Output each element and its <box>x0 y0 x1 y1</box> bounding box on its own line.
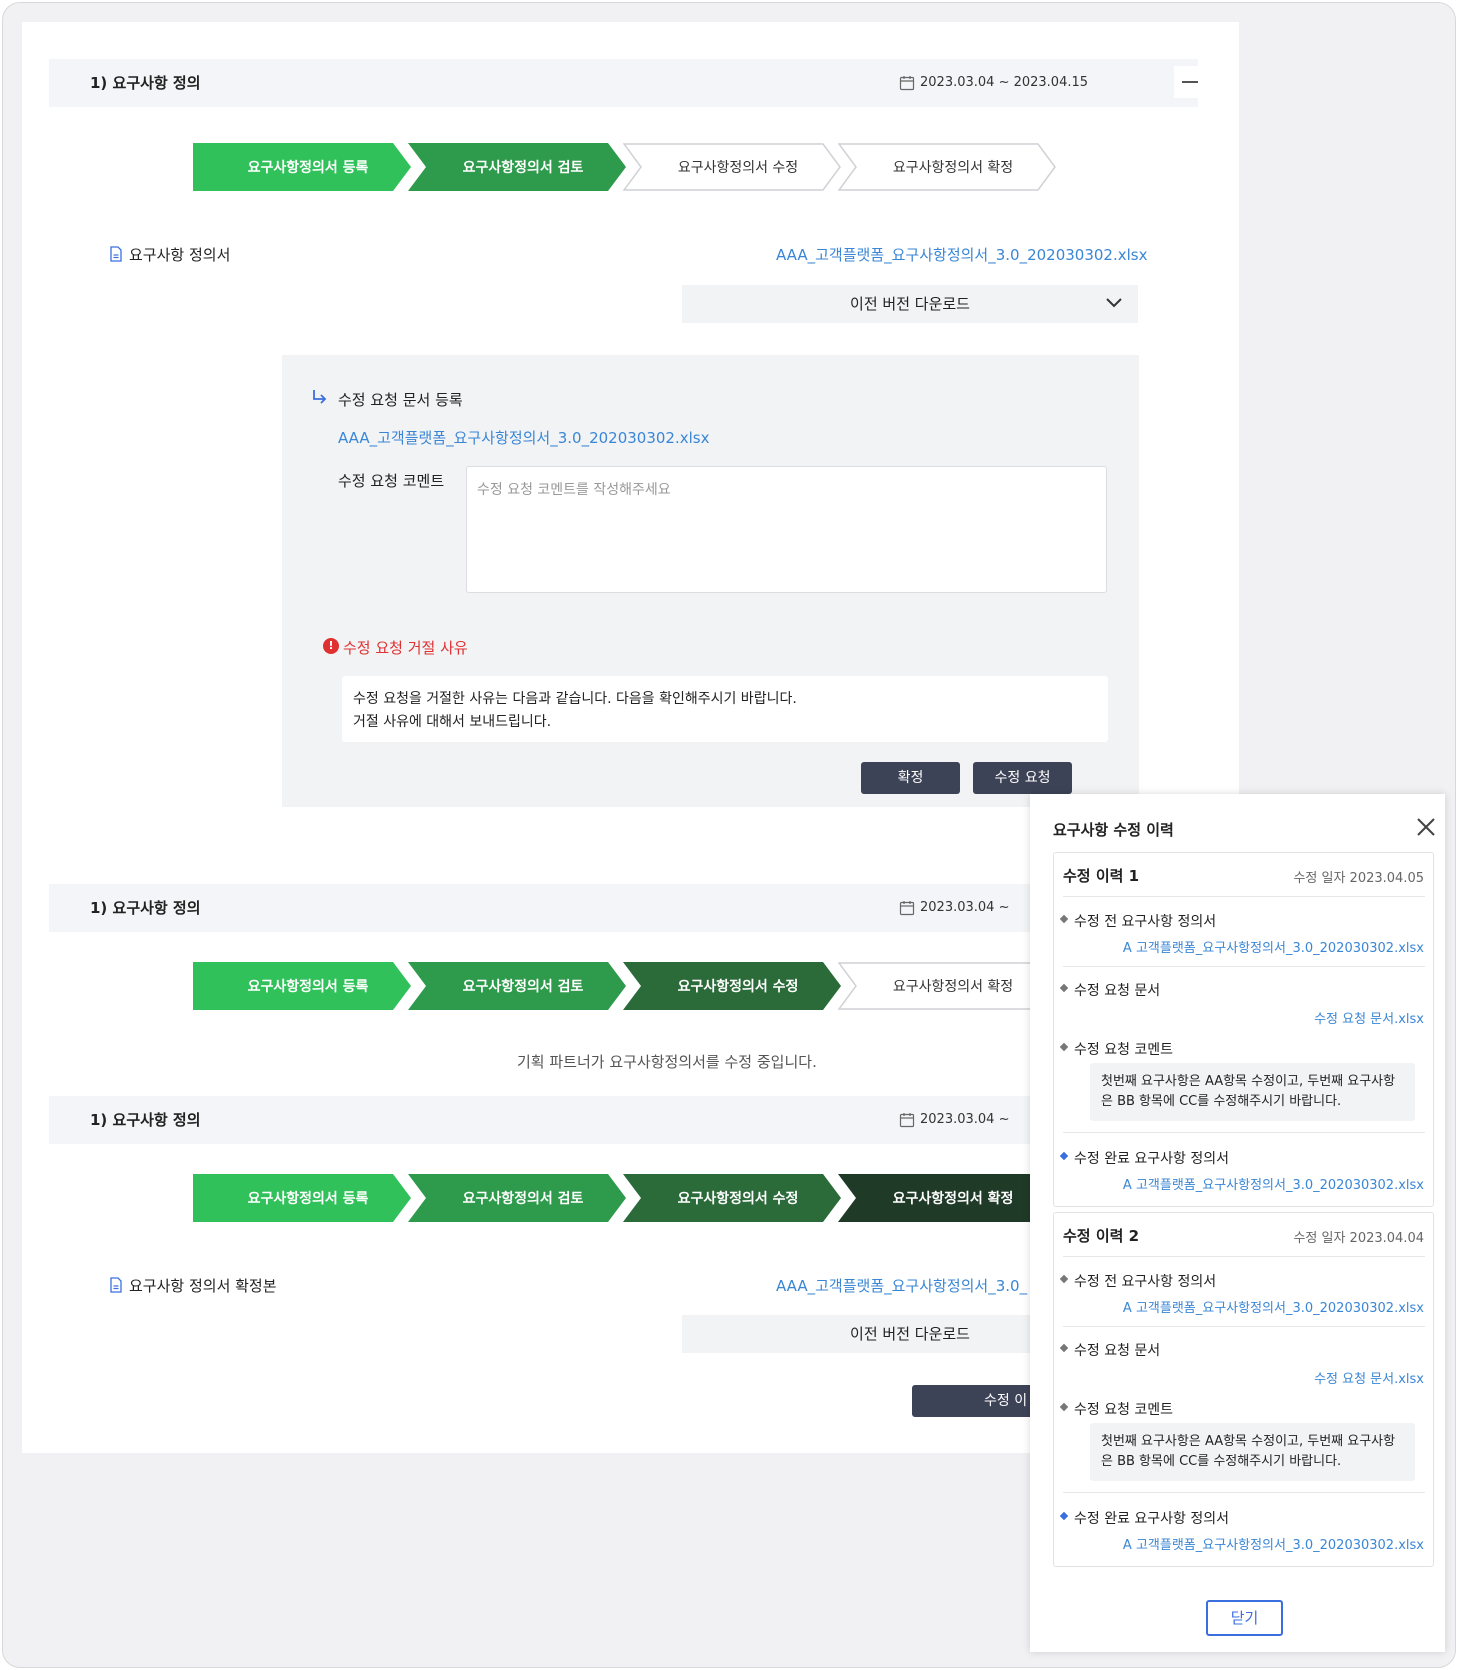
divider <box>1063 966 1425 967</box>
reject-reason-line: 수정 요청을 거절한 사유는 다음과 같습니다. 다음을 확인해주시기 바랍니다… <box>353 691 797 707</box>
revision-request-panel: 수정 요청 문서 등록 AAA_고객플랫폼_요구사항정의서_3.0_202030… <box>282 355 1139 807</box>
previous-version-dropdown[interactable]: 이전 버전 다운로드 <box>682 285 1138 323</box>
step-register: 요구사항정의서 등록 <box>193 143 411 191</box>
section-header[interactable]: 1) 요구사항 정의 2023.03.04 ~ <box>49 1096 1198 1144</box>
chevron-down-icon <box>1106 298 1122 308</box>
reject-reason-title: ! 수정 요청 거절 사유 <box>323 637 468 658</box>
before-doc-label: 수정 전 요구사항 정의서 <box>1059 911 1216 931</box>
screen-frame: 1) 요구사항 정의 2023.03.04 ~ 2023.04.15 요구사항정… <box>2 2 1456 1668</box>
bullet-icon <box>1059 983 1069 993</box>
step-edit: 요구사항정의서 수정 <box>623 962 841 1010</box>
done-doc-link[interactable]: A 고객플랫폼_요구사항정의서_3.0_202030302.xlsx <box>1123 1174 1424 1193</box>
request-title: 수정 요청 문서 등록 <box>338 391 463 409</box>
modal-close-button[interactable]: 닫기 <box>1206 1600 1283 1636</box>
progress-steps: 요구사항정의서 등록 요구사항정의서 검토 요구사항정의서 수정 요구사항정의서… <box>193 1174 1093 1222</box>
document-icon <box>110 1277 122 1293</box>
comment-label: 수정 요청 코멘트 <box>1059 1039 1173 1059</box>
section-title: 1) 요구사항 정의 <box>90 1111 201 1129</box>
revision-history-modal: 요구사항 수정 이력 수정 이력 1 수정 일자 2023.04.05 수정 전… <box>1030 794 1445 1652</box>
dropdown-label: 이전 버전 다운로드 <box>850 1325 970 1343</box>
before-doc-label: 수정 전 요구사항 정의서 <box>1059 1271 1216 1291</box>
bullet-icon <box>1059 914 1069 924</box>
alert-icon: ! <box>323 638 339 654</box>
divider <box>1063 1326 1425 1327</box>
section-date-range: 2023.03.04 ~ <box>920 1112 1010 1127</box>
history-comment: 첫번째 요구사항은 AA항목 수정이고, 두번째 요구사항 은 BB 항목에 C… <box>1090 1423 1415 1481</box>
step-review: 요구사항정의서 검토 <box>408 1174 626 1222</box>
step-register: 요구사항정의서 등록 <box>193 962 411 1010</box>
request-doc-label: 수정 요청 문서 <box>1059 980 1160 1000</box>
section-date-range: 2023.03.04 ~ <box>920 900 1010 915</box>
section-title: 1) 요구사항 정의 <box>90 899 201 917</box>
step-review: 요구사항정의서 검토 <box>408 962 626 1010</box>
modal-title: 요구사항 수정 이력 <box>1053 821 1174 839</box>
close-icon[interactable] <box>1415 816 1437 838</box>
bullet-icon <box>1059 1151 1069 1161</box>
history-date: 수정 일자 2023.04.04 <box>1293 1231 1424 1246</box>
status-message: 기획 파트너가 요구사항정의서를 수정 중입니다. <box>517 1053 817 1071</box>
collapse-button[interactable] <box>1174 66 1206 98</box>
section-header[interactable]: 1) 요구사항 정의 2023.03.04 ~ <box>49 884 1198 932</box>
reject-reason-line: 거절 사유에 대해서 보내드립니다. <box>353 714 552 730</box>
calendar-icon <box>899 76 915 91</box>
divider <box>1063 1132 1425 1133</box>
step-edit: 요구사항정의서 수정 <box>623 1174 841 1222</box>
request-doc-label: 수정 요청 문서 <box>1059 1340 1160 1360</box>
bullet-icon <box>1059 1343 1069 1353</box>
request-file-link[interactable]: AAA_고객플랫폼_요구사항정의서_3.0_202030302.xlsx <box>338 427 709 448</box>
before-doc-link[interactable]: A 고객플랫폼_요구사항정의서_3.0_202030302.xlsx <box>1123 1297 1424 1316</box>
divider <box>1063 896 1425 897</box>
divider <box>1063 1492 1425 1493</box>
request-revision-button[interactable]: 수정 요청 <box>973 762 1072 794</box>
step-review: 요구사항정의서 검토 <box>408 143 626 191</box>
done-doc-label: 수정 완료 요구사항 정의서 <box>1059 1148 1229 1168</box>
document-file-link[interactable]: AAA_고객플랫폼_요구사항정의서_3.0_ <box>776 1275 1027 1296</box>
bullet-icon <box>1059 1511 1069 1521</box>
comment-label: 수정 요청 코멘트 <box>338 472 445 490</box>
minus-icon <box>1182 81 1198 83</box>
divider <box>1063 1256 1425 1257</box>
history-comment: 첫번째 요구사항은 AA항목 수정이고, 두번째 요구사항 은 BB 항목에 C… <box>1090 1063 1415 1121</box>
section-date-range: 2023.03.04 ~ 2023.04.15 <box>920 75 1089 90</box>
section-title: 1) 요구사항 정의 <box>90 74 201 92</box>
history-card: 수정 이력 2 수정 일자 2023.04.04 수정 전 요구사항 정의서 A… <box>1053 1212 1434 1567</box>
document-label: 요구사항 정의서 확정본 <box>129 1277 277 1295</box>
section-header[interactable]: 1) 요구사항 정의 2023.03.04 ~ 2023.04.15 <box>49 59 1206 107</box>
bullet-icon <box>1059 1042 1069 1052</box>
document-label: 요구사항 정의서 <box>129 246 231 264</box>
reject-reason-box: 수정 요청을 거절한 사유는 다음과 같습니다. 다음을 확인해주시기 바랍니다… <box>342 676 1108 742</box>
step-edit: 요구사항정의서 수정 <box>623 143 841 191</box>
confirm-button[interactable]: 확정 <box>861 762 960 794</box>
bullet-icon <box>1059 1274 1069 1284</box>
history-title: 수정 이력 2 <box>1063 1227 1140 1245</box>
comment-label: 수정 요청 코멘트 <box>1059 1399 1173 1419</box>
request-doc-link[interactable]: 수정 요청 문서.xlsx <box>1314 1008 1424 1027</box>
request-doc-link[interactable]: 수정 요청 문서.xlsx <box>1314 1368 1424 1387</box>
step-register: 요구사항정의서 등록 <box>193 1174 411 1222</box>
calendar-icon <box>899 901 915 916</box>
document-file-link[interactable]: AAA_고객플랫폼_요구사항정의서_3.0_202030302.xlsx <box>776 244 1147 265</box>
progress-steps: 요구사항정의서 등록 요구사항정의서 검토 요구사항정의서 수정 요구사항정의서… <box>193 143 1093 191</box>
history-date: 수정 일자 2023.04.05 <box>1293 871 1424 886</box>
history-card: 수정 이력 1 수정 일자 2023.04.05 수정 전 요구사항 정의서 A… <box>1053 852 1434 1207</box>
step-confirm: 요구사항정의서 확정 <box>838 143 1056 191</box>
step-confirm: 요구사항정의서 확정 <box>838 962 1056 1010</box>
done-doc-link[interactable]: A 고객플랫폼_요구사항정의서_3.0_202030302.xlsx <box>1123 1534 1424 1553</box>
before-doc-link[interactable]: A 고객플랫폼_요구사항정의서_3.0_202030302.xlsx <box>1123 937 1424 956</box>
bullet-icon <box>1059 1402 1069 1412</box>
comment-input[interactable] <box>466 466 1107 593</box>
step-confirm: 요구사항정의서 확정 <box>838 1174 1056 1222</box>
calendar-icon <box>899 1113 915 1128</box>
history-title: 수정 이력 1 <box>1063 867 1140 885</box>
done-doc-label: 수정 완료 요구사항 정의서 <box>1059 1508 1229 1528</box>
dropdown-label: 이전 버전 다운로드 <box>850 295 970 313</box>
progress-steps: 요구사항정의서 등록 요구사항정의서 검토 요구사항정의서 수정 요구사항정의서… <box>193 962 1093 1010</box>
document-icon <box>110 246 122 262</box>
reply-arrow-icon <box>313 390 327 404</box>
